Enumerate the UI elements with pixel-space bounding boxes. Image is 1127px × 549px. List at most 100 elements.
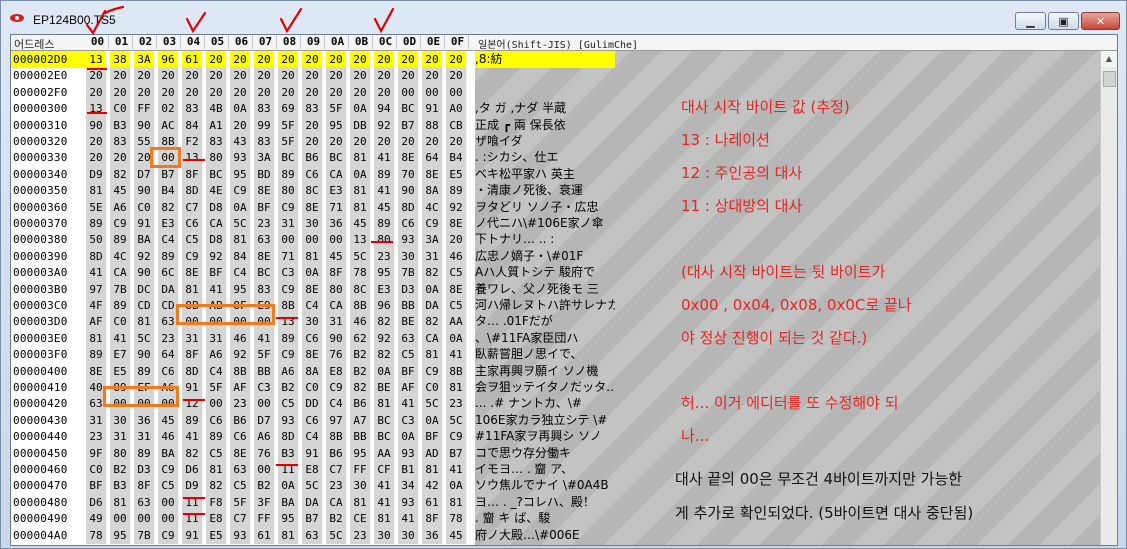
byte-cell[interactable]: 63 <box>254 231 275 248</box>
byte-cell[interactable]: DA <box>422 297 443 314</box>
byte-cell[interactable]: 4E <box>206 182 227 199</box>
byte-cell[interactable]: 83 <box>110 133 131 150</box>
byte-cell[interactable]: 46 <box>350 313 371 330</box>
byte-cell[interactable]: 8B <box>350 297 371 314</box>
byte-cell[interactable]: 12 <box>182 395 203 412</box>
byte-cell[interactable]: B4 <box>446 149 467 166</box>
byte-cell[interactable]: 92 <box>374 117 395 134</box>
row-text[interactable]: 主家再興ヲ願イ ソノ機 <box>475 363 615 380</box>
byte-cell[interactable]: 81 <box>182 281 203 298</box>
byte-cell[interactable]: 00 <box>398 84 419 101</box>
byte-cell[interactable]: 5C <box>302 477 323 494</box>
byte-cell[interactable]: D6 <box>86 494 107 511</box>
byte-cell[interactable]: 89 <box>86 215 107 232</box>
row-text[interactable]: 、\#11FA家臣団ハ <box>475 330 615 347</box>
byte-cell[interactable]: 31 <box>422 248 443 265</box>
byte-cell[interactable]: 71 <box>278 248 299 265</box>
byte-cell[interactable]: 13 <box>86 100 107 117</box>
byte-cell[interactable]: 5C <box>230 215 251 232</box>
byte-cell[interactable]: 00 <box>302 231 323 248</box>
byte-cell[interactable]: 82 <box>158 199 179 216</box>
byte-cell[interactable]: 20 <box>134 84 155 101</box>
byte-cell[interactable]: A6 <box>110 199 131 216</box>
byte-cell[interactable]: 5C <box>350 248 371 265</box>
byte-cell[interactable]: 4B <box>206 100 227 117</box>
byte-cell[interactable]: 8B <box>278 297 299 314</box>
byte-cell[interactable]: C5 <box>230 477 251 494</box>
byte-cell[interactable]: 81 <box>422 346 443 363</box>
byte-cell[interactable]: 8A <box>422 182 443 199</box>
byte-cell[interactable]: 20 <box>350 51 371 68</box>
byte-cell[interactable]: 84 <box>230 248 251 265</box>
byte-cell[interactable]: 97 <box>86 281 107 298</box>
byte-cell[interactable]: 95 <box>278 510 299 527</box>
byte-cell[interactable]: 20 <box>326 84 347 101</box>
byte-cell[interactable]: C4 <box>158 231 179 248</box>
byte-cell[interactable]: 9F <box>86 445 107 462</box>
byte-cell[interactable]: BA <box>158 445 179 462</box>
byte-cell[interactable]: 20 <box>398 133 419 150</box>
byte-cell[interactable]: B4 <box>158 182 179 199</box>
byte-cell[interactable]: 8F <box>182 346 203 363</box>
byte-cell[interactable]: 00 <box>254 461 275 478</box>
byte-cell[interactable]: C0 <box>110 313 131 330</box>
byte-cell[interactable]: 83 <box>182 100 203 117</box>
byte-cell[interactable]: 30 <box>398 248 419 265</box>
byte-cell[interactable]: 5F <box>230 494 251 511</box>
byte-cell[interactable]: 45 <box>374 199 395 216</box>
byte-cell[interactable]: E5 <box>446 166 467 183</box>
byte-cell[interactable]: 8B <box>326 428 347 445</box>
byte-cell[interactable]: 8F <box>134 477 155 494</box>
byte-cell[interactable]: 30 <box>398 527 419 544</box>
byte-cell[interactable]: 00 <box>422 84 443 101</box>
byte-cell[interactable]: 23 <box>230 395 251 412</box>
byte-cell[interactable]: 95 <box>110 527 131 544</box>
byte-cell[interactable]: C6 <box>398 215 419 232</box>
byte-cell[interactable]: 8E <box>446 215 467 232</box>
byte-cell[interactable]: 89 <box>446 182 467 199</box>
byte-cell[interactable]: DC <box>134 281 155 298</box>
byte-cell[interactable]: 89 <box>278 330 299 347</box>
byte-cell[interactable]: 81 <box>86 330 107 347</box>
byte-cell[interactable]: 20 <box>254 84 275 101</box>
byte-cell[interactable]: BF <box>254 199 275 216</box>
byte-cell[interactable]: C6 <box>302 166 323 183</box>
byte-cell[interactable]: 89 <box>134 445 155 462</box>
byte-cell[interactable]: 41 <box>398 510 419 527</box>
byte-cell[interactable]: B2 <box>254 477 275 494</box>
row-text[interactable]: . 齏 キ ば、駿 <box>475 510 615 527</box>
byte-cell[interactable]: 41 <box>374 477 395 494</box>
byte-cell[interactable]: BC <box>278 149 299 166</box>
byte-cell[interactable]: 00 <box>278 231 299 248</box>
byte-cell[interactable]: C5 <box>446 264 467 281</box>
byte-cell[interactable]: 88 <box>422 117 443 134</box>
byte-cell[interactable]: 5F <box>278 117 299 134</box>
byte-cell[interactable]: 8F <box>182 166 203 183</box>
byte-cell[interactable]: D8 <box>206 231 227 248</box>
byte-cell[interactable]: 41 <box>206 281 227 298</box>
table-row[interactable]: 00000300 13 C0 FF 02 83 4B 0A 83 69 83 5F 0A 94 BC 91 A0… <box>11 100 1103 118</box>
byte-cell[interactable]: 3F <box>254 494 275 511</box>
row-text[interactable]: ,8:紡 <box>475 51 615 68</box>
byte-cell[interactable]: 31 <box>110 428 131 445</box>
byte-cell[interactable]: A6 <box>254 428 275 445</box>
byte-cell[interactable]: 30 <box>302 215 323 232</box>
byte-cell[interactable]: 80 <box>374 231 395 248</box>
byte-cell[interactable]: 90 <box>134 117 155 134</box>
byte-cell[interactable]: 8E <box>398 149 419 166</box>
byte-cell[interactable]: 20 <box>110 67 131 84</box>
byte-cell[interactable]: B2 <box>350 363 371 380</box>
byte-cell[interactable]: 83 <box>206 133 227 150</box>
byte-cell[interactable]: C6 <box>230 428 251 445</box>
byte-cell[interactable]: D7 <box>134 166 155 183</box>
byte-cell[interactable]: 91 <box>182 527 203 544</box>
row-text[interactable]: ノ代ニハ\#106E家ノ傘 <box>475 215 615 232</box>
byte-cell[interactable]: C0 <box>422 379 443 396</box>
byte-cell[interactable]: 02 <box>158 100 179 117</box>
byte-cell[interactable]: 5C <box>422 395 443 412</box>
byte-cell[interactable]: A6 <box>278 363 299 380</box>
byte-cell[interactable]: FF <box>134 100 155 117</box>
table-row[interactable]: 000003A0 41 CA 90 6C 8E BF C4 BC C3 0A 8F 78 95 7B 82 C5… <box>11 264 1103 282</box>
byte-cell[interactable]: BC <box>206 166 227 183</box>
byte-cell[interactable]: 30 <box>350 477 371 494</box>
